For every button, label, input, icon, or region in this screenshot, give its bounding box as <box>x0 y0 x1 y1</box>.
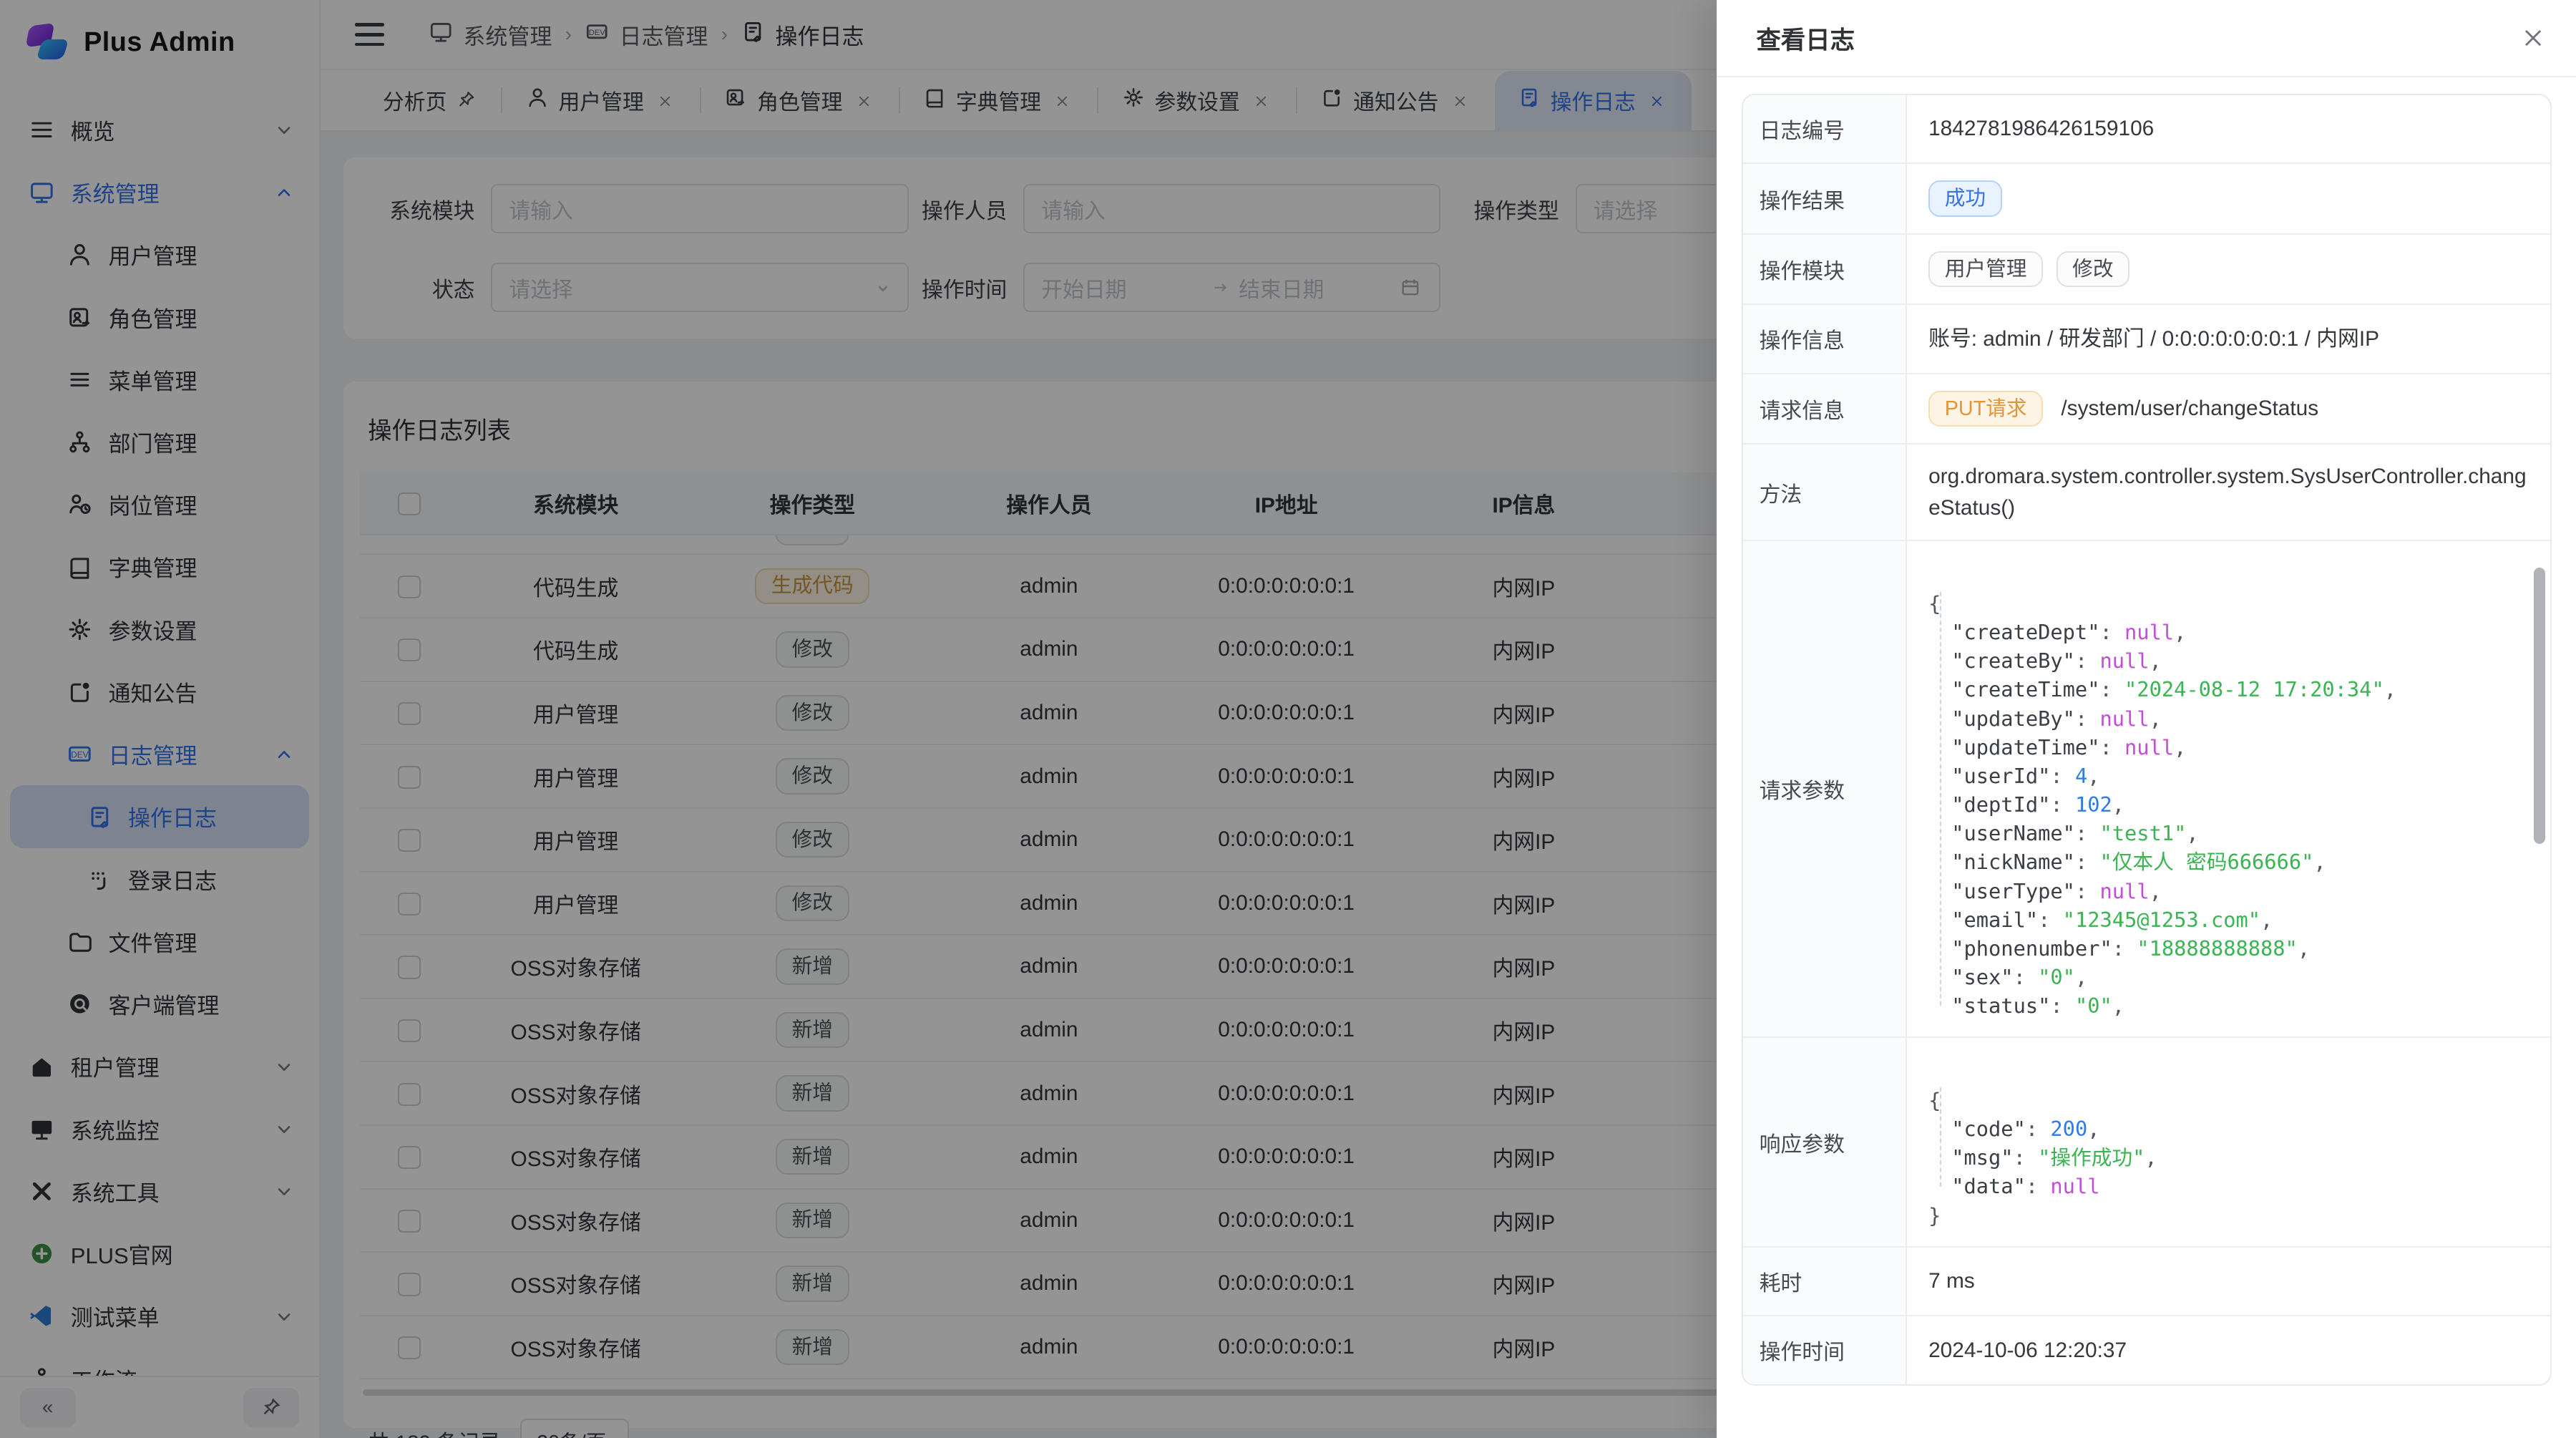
code-line: "createTime": "2024-08-12 17:20:34", <box>1928 675 2529 704</box>
detail-row-info: 操作信息 账号: admin / 研发部门 / 0:0:0:0:0:0:0:1 … <box>1743 305 2550 374</box>
detail-row-cost: 耗时 7 ms <box>1743 1248 2550 1317</box>
code-line: { <box>1928 1086 2529 1114</box>
drawer-title: 查看日志 <box>1756 20 1855 56</box>
detail-row-method: 方法 org.dromara.system.controller.system.… <box>1743 444 2550 541</box>
code-line: "userId": 4, <box>1928 762 2529 790</box>
drawer-body: 日志编号 1842781986426159106 操作结果 成功 操作模块 用户… <box>1717 77 2576 1402</box>
action-tag: 修改 <box>2057 251 2130 288</box>
detail-row-request: 请求信息 PUT请求 /system/user/changeStatus <box>1743 374 2550 444</box>
code-line: "updateBy": null, <box>1928 704 2529 733</box>
module-tag: 用户管理 <box>1928 251 2043 288</box>
view-log-drawer: 查看日志 日志编号 1842781986426159106 操作结果 成功 操作… <box>1717 0 2576 1438</box>
code-line: } <box>1928 1201 2529 1230</box>
put-request-badge: PUT请求 <box>1928 391 2043 427</box>
log-id-value: 1842781986426159106 <box>1907 95 2550 165</box>
detail-row-response-params: 响应参数 {"code": 200,"msg": "操作成功","data": … <box>1743 1038 2550 1247</box>
code-scrollbar[interactable] <box>2534 568 2545 844</box>
code-line: "updateTime": null, <box>1928 733 2529 762</box>
request-path: /system/user/changeStatus <box>2061 393 2318 424</box>
drawer-header: 查看日志 <box>1717 0 2576 77</box>
detail-row-result: 操作结果 成功 <box>1743 164 2550 234</box>
code-line: "code": 200, <box>1928 1114 2529 1143</box>
detail-row-op-time: 操作时间 2024-10-06 12:20:37 <box>1743 1316 2550 1384</box>
code-line: "userName": "test1", <box>1928 819 2529 847</box>
code-line: "msg": "操作成功", <box>1928 1143 2529 1172</box>
code-line: "sex": "0", <box>1928 963 2529 991</box>
field-label: 操作模块 <box>1743 235 1908 305</box>
code-line: "deptId": 102, <box>1928 790 2529 819</box>
success-badge: 成功 <box>1928 180 2002 217</box>
request-params-code[interactable]: {"createDept": null,"createBy": null,"cr… <box>1928 558 2529 1021</box>
field-label: 请求参数 <box>1743 541 1908 1038</box>
code-line: { <box>1928 589 2529 618</box>
cost-value: 7 ms <box>1907 1248 2550 1317</box>
method-value: org.dromara.system.controller.system.Sys… <box>1907 444 2550 541</box>
code-line: "data": null <box>1928 1172 2529 1200</box>
code-line: "createDept": null, <box>1928 618 2529 646</box>
response-params-code: {"code": 200,"msg": "操作成功","data": null} <box>1928 1054 2529 1230</box>
field-label: 操作结果 <box>1743 164 1908 234</box>
code-line: "userType": null, <box>1928 877 2529 905</box>
field-label: 方法 <box>1743 444 1908 541</box>
code-line: "phonenumber": "18888888888", <box>1928 934 2529 963</box>
code-line: "createBy": null, <box>1928 646 2529 675</box>
detail-row-log-id: 日志编号 1842781986426159106 <box>1743 95 2550 165</box>
app-window: Plus Admin 概览系统管理用户管理角色管理菜单管理部门管理岗位管理字典管… <box>0 0 2576 1438</box>
field-label: 响应参数 <box>1743 1038 1908 1247</box>
field-label: 操作时间 <box>1743 1316 1908 1384</box>
op-time-value: 2024-10-06 12:20:37 <box>1907 1316 2550 1384</box>
code-line: "email": "12345@1253.com", <box>1928 905 2529 934</box>
close-icon[interactable] <box>2522 26 2546 50</box>
field-label: 耗时 <box>1743 1248 1908 1317</box>
code-line: "nickName": "仅本人 密码666666", <box>1928 847 2529 876</box>
detail-row-module: 操作模块 用户管理 修改 <box>1743 235 2550 305</box>
detail-row-request-params: 请求参数 {"createDept": null,"createBy": nul… <box>1743 541 2550 1038</box>
log-detail-table: 日志编号 1842781986426159106 操作结果 成功 操作模块 用户… <box>1742 94 2552 1386</box>
code-line: "status": "0", <box>1928 991 2529 1020</box>
operation-info-value: 账号: admin / 研发部门 / 0:0:0:0:0:0:0:1 / 内网I… <box>1907 305 2550 374</box>
field-label: 请求信息 <box>1743 374 1908 444</box>
field-label: 日志编号 <box>1743 95 1908 165</box>
field-label: 操作信息 <box>1743 305 1908 374</box>
